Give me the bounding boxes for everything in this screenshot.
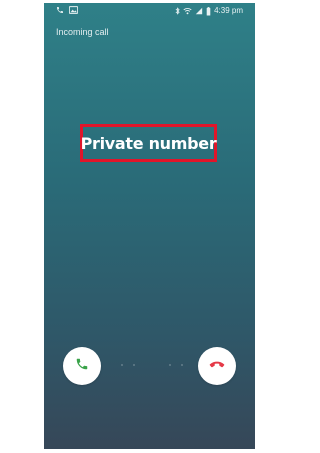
decline-button[interactable] — [198, 347, 236, 385]
call-status-label: Incoming call — [56, 27, 109, 37]
status-time: 4:39 pm — [214, 6, 243, 15]
phone-icon — [56, 6, 64, 14]
signal-icon — [195, 7, 203, 15]
status-bar-right: 4:39 pm — [175, 6, 243, 16]
status-bar-left — [56, 6, 78, 14]
wifi-icon — [183, 7, 192, 15]
battery-icon — [206, 6, 211, 16]
swipe-dot — [121, 364, 123, 366]
phone-decline-icon — [209, 357, 225, 375]
swipe-dot — [133, 364, 135, 366]
phone-answer-icon — [75, 357, 89, 376]
caller-highlight-box: Private number — [80, 124, 217, 162]
status-bar: 4:39 pm — [44, 3, 255, 19]
incoming-call-screen: 4:39 pm Incoming call Private number — [44, 3, 255, 449]
swipe-hint-dots — [119, 364, 185, 368]
swipe-dot — [169, 364, 171, 366]
image-icon — [69, 6, 78, 14]
bluetooth-icon — [175, 7, 180, 15]
answer-button[interactable] — [63, 347, 101, 385]
caller-name: Private number — [80, 133, 217, 153]
swipe-dot — [181, 364, 183, 366]
